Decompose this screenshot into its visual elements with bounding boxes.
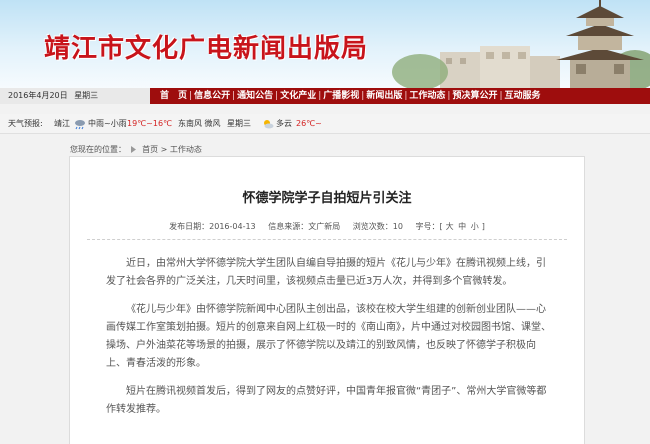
rain-cloud-icon xyxy=(75,120,85,130)
views-count: 10 xyxy=(392,222,403,231)
font-size-large-link[interactable]: 大 xyxy=(446,222,454,231)
breadcrumb: 您现在的位置： 首页 > 工作动态 xyxy=(70,144,202,156)
weather-tomorrow-condition: 多云 xyxy=(276,119,292,128)
article-meta: 发布日期：2016-04-13 信息来源：文广新局 浏览次数：10 字号：[大 … xyxy=(70,221,584,232)
nav-item-broadcast-film[interactable]: 广播影视 xyxy=(323,88,359,104)
nav-item-interactive-service[interactable]: 互动服务 xyxy=(505,88,541,104)
article-paragraph: 近日，由常州大学怀德学院大学生团队自编自导拍摄的短片《花儿与少年》在腾讯视频上线… xyxy=(106,258,546,287)
page: 靖江市文化广电新闻出版局 2016年4月20日 星期三 首 页 | 信息公开 |… xyxy=(0,0,650,444)
nav-menu: 首 页 | 信息公开 | 通知公告 | 文化产业 | 广播影视 | 新闻出版 |… xyxy=(160,88,541,104)
breadcrumb-separator: > xyxy=(160,145,168,154)
weather-city: 靖江 xyxy=(54,119,70,128)
arrow-right-icon xyxy=(130,146,136,153)
article-paragraph: 《花儿与少年》由怀德学院新闻中心团队主创出品，该校在校大学生组建的创新创业团队—… xyxy=(106,304,551,369)
publish-date-label: 发布日期： xyxy=(169,222,210,231)
site-name: 靖江市文化广电新闻出版局 xyxy=(44,34,369,64)
breadcrumb-home[interactable]: 首页 xyxy=(142,145,158,154)
meta-divider xyxy=(87,239,567,240)
nav-separator: | xyxy=(404,91,408,101)
nav-item-notices[interactable]: 通知公告 xyxy=(237,88,273,104)
pavilion-illustration xyxy=(392,0,650,88)
publish-date: 2016-04-13 xyxy=(209,222,256,231)
source-label: 信息来源： xyxy=(268,222,309,231)
views-field: 浏览次数：10 xyxy=(353,222,403,231)
nav-separator: | xyxy=(275,91,279,101)
breadcrumb-prefix: 您现在的位置： xyxy=(70,145,126,154)
date-display: 2016年4月20日 星期三 xyxy=(0,88,150,104)
article-body: 近日，由常州大学怀德学院大学生团队自编自导拍摄的短片《花儿与少年》在腾讯视频上线… xyxy=(106,255,552,429)
font-size-label: 字号： xyxy=(415,222,440,231)
current-weekday: 星期三 xyxy=(74,91,99,100)
font-bracket-open: [ xyxy=(439,222,443,231)
nav-item-info-disclosure[interactable]: 信息公开 xyxy=(194,88,230,104)
nav-separator: | xyxy=(189,91,193,101)
publish-date-field: 发布日期：2016-04-13 xyxy=(169,222,256,231)
nav-separator: | xyxy=(447,91,451,101)
source-field: 信息来源：文广新局 xyxy=(268,222,340,231)
nav-separator: | xyxy=(318,91,322,101)
weather-bar: 天气预报: 靖江 中雨~小雨 19℃~16℃ 东南风 微风 星期三 多云 26℃… xyxy=(0,114,650,134)
nav-item-culture-industry[interactable]: 文化产业 xyxy=(280,88,316,104)
article-paragraph: 短片在腾讯视频首发后，得到了网友的点赞好评，中国青年报官微“青团子”、常州大学官… xyxy=(106,386,547,415)
weather-label: 天气预报: xyxy=(8,119,43,128)
nav-separator: | xyxy=(232,91,236,101)
weather-wind: 东南风 微风 xyxy=(178,119,221,128)
nav-separator: | xyxy=(361,91,365,101)
font-size-controls: 字号：[大 中 小] xyxy=(415,222,484,231)
partly-cloudy-icon xyxy=(264,120,274,129)
font-bracket-close: ] xyxy=(481,222,485,231)
weather-today-temp: 19℃~16℃ xyxy=(127,119,173,128)
weather-tomorrow-temp: 26℃~ xyxy=(296,119,322,128)
article-panel: 怀德学院学子自拍短片引关注 发布日期：2016-04-13 信息来源：文广新局 … xyxy=(69,156,585,444)
nav-item-budget-disclosure[interactable]: 预决算公开 xyxy=(452,88,497,104)
nav-item-home[interactable]: 首 页 xyxy=(160,88,187,104)
nav-separator: | xyxy=(499,91,503,101)
font-size-medium-link[interactable]: 中 xyxy=(458,222,466,231)
nav-item-press-publishing[interactable]: 新闻出版 xyxy=(366,88,402,104)
views-label: 浏览次数： xyxy=(352,222,393,231)
font-size-small-link[interactable]: 小 xyxy=(471,222,479,231)
main-nav: 2016年4月20日 星期三 首 页 | 信息公开 | 通知公告 | 文化产业 … xyxy=(0,88,650,104)
site-banner: 靖江市文化广电新闻出版局 xyxy=(0,0,650,88)
article-title: 怀德学院学子自拍短片引关注 xyxy=(242,191,412,206)
nav-item-work-news[interactable]: 工作动态 xyxy=(409,88,445,104)
source-value: 文广新局 xyxy=(308,222,341,231)
weather-day: 星期三 xyxy=(227,119,251,128)
current-date: 2016年4月20日 xyxy=(8,91,68,100)
breadcrumb-current[interactable]: 工作动态 xyxy=(170,145,202,154)
weather-today-condition: 中雨~小雨 xyxy=(88,119,127,128)
